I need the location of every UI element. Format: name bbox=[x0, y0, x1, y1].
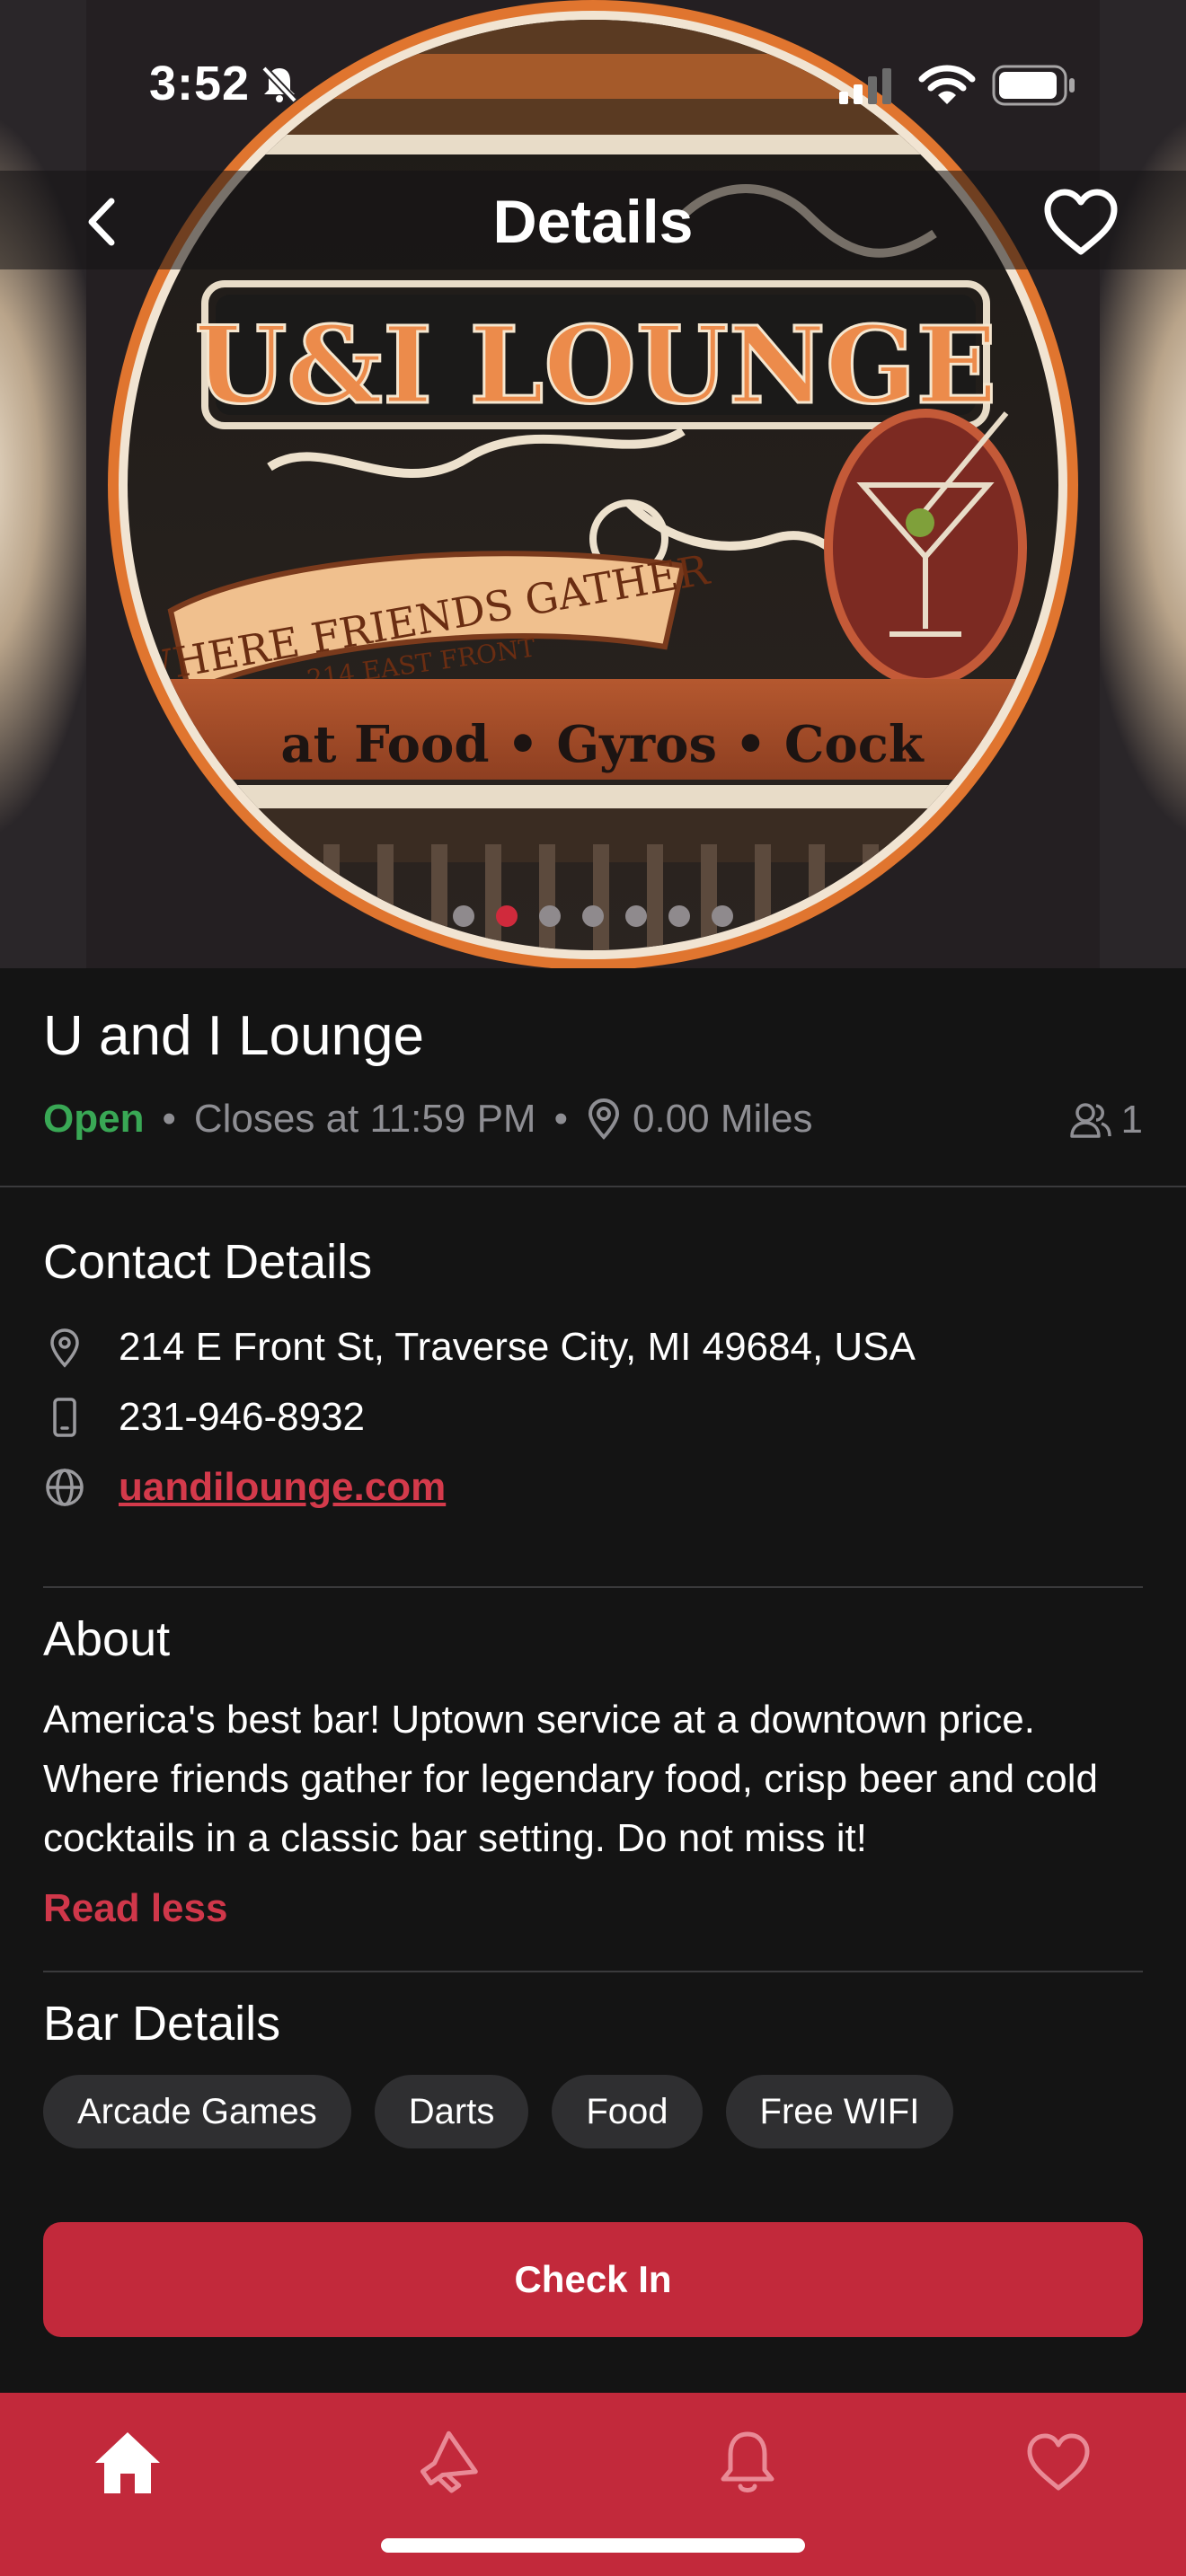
bell-slash-icon bbox=[261, 66, 297, 103]
bell-icon bbox=[721, 2431, 774, 2492]
status-time: 3:52 bbox=[149, 57, 251, 110]
contact-details-title: Contact Details bbox=[43, 1235, 373, 1289]
cellular-signal-icon bbox=[839, 68, 891, 104]
location-pin-icon bbox=[50, 1328, 79, 1368]
carousel-dot[interactable] bbox=[668, 905, 690, 927]
venue-meta-row: Open • Closes at 11:59 PM • 0.00 Miles 1 bbox=[43, 1094, 1143, 1144]
open-status: Open bbox=[43, 1097, 145, 1141]
tag-chip: Free WIFI bbox=[725, 2075, 954, 2148]
sign-logo-text: U&I LOUNGE bbox=[195, 303, 997, 428]
heart-outline-icon[interactable] bbox=[1042, 187, 1120, 259]
megaphone-icon bbox=[420, 2430, 478, 2493]
wifi-icon bbox=[918, 65, 976, 104]
tab-promotions[interactable] bbox=[403, 2418, 492, 2508]
phone-text[interactable]: 231-946-8932 bbox=[119, 1395, 365, 1440]
heart-icon bbox=[1027, 2433, 1090, 2491]
battery-icon bbox=[992, 65, 1075, 106]
divider bbox=[43, 1586, 1143, 1588]
carousel-dots[interactable] bbox=[0, 905, 1186, 927]
phone-icon bbox=[53, 1398, 76, 1437]
meta-separator: • bbox=[162, 1097, 176, 1141]
divider bbox=[43, 1971, 1143, 1972]
about-title: About bbox=[43, 1612, 171, 1666]
contact-phone-row[interactable]: 231-946-8932 bbox=[43, 1390, 365, 1444]
bar-details-title: Bar Details bbox=[43, 1997, 281, 2051]
location-pin-icon bbox=[588, 1098, 619, 1140]
home-icon bbox=[95, 2432, 160, 2493]
meta-separator: • bbox=[553, 1097, 568, 1141]
venue-name: U and I Lounge bbox=[43, 1005, 425, 1067]
globe-icon bbox=[46, 1469, 84, 1506]
home-indicator bbox=[381, 2538, 805, 2553]
about-text: America's best bar! Uptown service at a … bbox=[43, 1698, 1098, 1860]
sign-menu-text: at Food • Gyros • Cock bbox=[280, 715, 925, 774]
tab-notifications[interactable] bbox=[703, 2418, 792, 2508]
distance: 0.00 Miles bbox=[632, 1097, 813, 1141]
checkin-count: 1 bbox=[1069, 1098, 1143, 1142]
check-in-button[interactable]: Check In bbox=[43, 2222, 1143, 2337]
read-less-link[interactable]: Read less bbox=[43, 1886, 227, 1931]
carousel-dot[interactable] bbox=[453, 905, 474, 927]
address-text: 214 E Front St, Traverse City, MI 49684,… bbox=[119, 1325, 916, 1369]
carousel-dot[interactable] bbox=[539, 905, 561, 927]
contact-website-row[interactable]: uandilounge.com bbox=[43, 1460, 446, 1514]
divider bbox=[0, 1186, 1186, 1187]
bar-details-tags: Arcade Games Darts Food Free WIFI bbox=[43, 2075, 954, 2148]
tag-chip: Food bbox=[552, 2075, 703, 2148]
tag-chip: Darts bbox=[374, 2075, 529, 2148]
tab-favorites[interactable] bbox=[1013, 2418, 1103, 2508]
nav-header: Details bbox=[0, 171, 1186, 269]
status-bar: 3:52 bbox=[0, 0, 1186, 171]
carousel-dot[interactable] bbox=[625, 905, 647, 927]
carousel-dot[interactable] bbox=[582, 905, 604, 927]
contact-address-row: 214 E Front St, Traverse City, MI 49684,… bbox=[43, 1320, 916, 1374]
people-icon bbox=[1069, 1103, 1111, 1138]
checkin-count-value: 1 bbox=[1120, 1098, 1143, 1142]
carousel-dot[interactable] bbox=[712, 905, 733, 927]
tag-chip: Arcade Games bbox=[43, 2075, 351, 2148]
carousel-dot-active[interactable] bbox=[496, 905, 518, 927]
website-link[interactable]: uandilounge.com bbox=[119, 1465, 446, 1510]
tab-home[interactable] bbox=[83, 2418, 173, 2508]
closing-time: Closes at 11:59 PM bbox=[193, 1097, 536, 1141]
page-title: Details bbox=[492, 188, 694, 256]
